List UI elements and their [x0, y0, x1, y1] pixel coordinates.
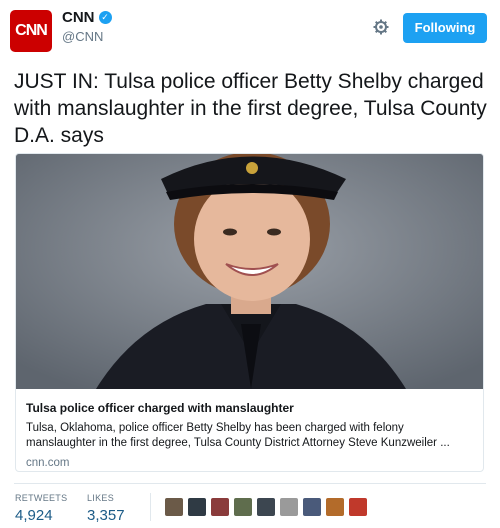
link-card[interactable]: Tulsa police officer charged with mansla…	[15, 153, 484, 472]
likes-label: LIKES	[87, 493, 115, 503]
card-title[interactable]: Tulsa police officer charged with mansla…	[26, 401, 473, 415]
likes-count[interactable]: 3,357	[87, 507, 125, 524]
account-names: CNN ✓ @CNN	[62, 9, 112, 44]
stats-separator	[150, 493, 151, 521]
liker-avatar[interactable]	[188, 498, 206, 516]
liker-avatar[interactable]	[303, 498, 321, 516]
card-body: Tulsa police officer charged with mansla…	[16, 389, 483, 469]
portrait-illustration	[16, 154, 483, 389]
following-button[interactable]: Following	[403, 13, 487, 43]
card-domain[interactable]: cnn.com	[26, 457, 473, 469]
tweet-text: JUST IN: Tulsa police officer Betty Shel…	[14, 70, 487, 147]
display-name[interactable]: CNN	[62, 9, 95, 26]
liker-avatar[interactable]	[257, 498, 275, 516]
card-description: Tulsa, Oklahoma, police officer Betty Sh…	[26, 421, 473, 451]
verified-badge-icon: ✓	[98, 11, 112, 24]
liker-avatar[interactable]	[211, 498, 229, 516]
officer-portrait-image[interactable]	[16, 154, 483, 389]
liker-avatar[interactable]	[165, 498, 183, 516]
card-description-text: Tulsa, Oklahoma, police officer Betty Sh…	[26, 422, 450, 449]
liker-avatars	[165, 498, 372, 516]
liker-avatar[interactable]	[349, 498, 367, 516]
retweets-label: RETWEETS	[15, 493, 68, 503]
liker-avatar[interactable]	[326, 498, 344, 516]
cnn-logo-avatar[interactable]: CNN	[10, 10, 52, 52]
account-handle[interactable]: @CNN	[62, 29, 112, 44]
tweet: CNN CNN ✓ @CNN Following JUST IN: Tulsa …	[0, 0, 500, 528]
logo-text: CNN	[15, 22, 48, 39]
stats-divider	[14, 483, 486, 484]
retweets-count[interactable]: 4,924	[15, 507, 53, 524]
liker-avatar[interactable]	[280, 498, 298, 516]
gear-icon[interactable]	[372, 19, 390, 37]
liker-avatar[interactable]	[234, 498, 252, 516]
